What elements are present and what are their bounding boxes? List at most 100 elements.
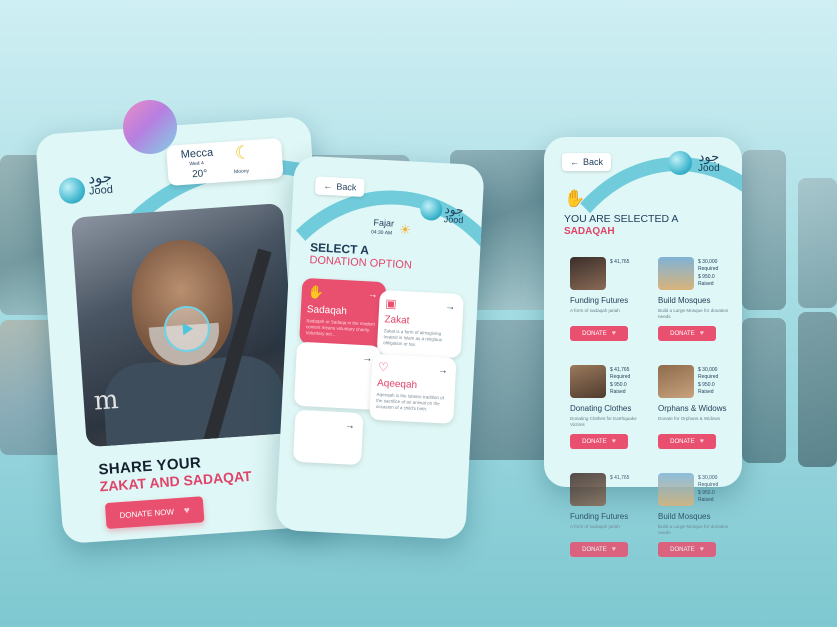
logo-name: Jood	[698, 163, 720, 174]
option-title: Sadaqah	[306, 304, 348, 318]
heart-icon: ♥	[611, 438, 616, 445]
heart-icon: ♥	[699, 546, 704, 553]
cause-name: Donating Clothes	[570, 404, 632, 413]
donate-label: DONATE	[582, 330, 607, 337]
amount-line: $ 41,765	[610, 475, 630, 481]
logo-circle	[668, 151, 692, 175]
back-button[interactable]: ← Back	[562, 153, 612, 171]
sunrise-icon: ☀	[398, 221, 412, 238]
donate-button[interactable]: DONATE ♥	[658, 542, 716, 557]
background-photo	[742, 150, 786, 310]
cause-amounts: $ 41,765	[610, 475, 629, 482]
donate-button[interactable]: DONATE ♥	[658, 434, 716, 449]
heart-icon: ♥	[699, 438, 704, 445]
arrow-right-icon: →	[437, 365, 449, 377]
cause-description: A form of sadaqah jariah	[570, 308, 620, 313]
option-card[interactable]: →	[292, 409, 364, 466]
amount-line: $ 41,765	[610, 367, 630, 373]
app-logo: جود Jood	[698, 151, 720, 174]
cause-amounts: $ 30,000 Required $ 950.0 Raised	[698, 475, 718, 504]
cause-image	[658, 365, 694, 398]
amount-line: Required	[698, 374, 719, 381]
city-name: Mecca	[180, 146, 214, 161]
cause-description: Build a Large Mosque for donation needs	[658, 524, 729, 535]
cause-image	[570, 365, 606, 398]
weather-label: Moony	[233, 168, 250, 176]
back-button[interactable]: ← Back	[314, 176, 365, 197]
prayer-name: Fajar	[373, 217, 395, 229]
amount-line: $ 950.0	[698, 489, 715, 496]
option-title: Zakat	[384, 314, 410, 327]
option-title: Aqeeqah	[376, 377, 418, 391]
cause-card: $ 30,000 Required $ 950.0 Raised Build Mosqu…	[658, 473, 738, 557]
cause-name: Build Mosques	[658, 512, 711, 521]
title-line-1: YOU ARE SELECTED A	[564, 213, 679, 225]
cause-image	[570, 257, 606, 290]
option-zakat[interactable]: ▣ → Zakat Zakat is a form of almsgiving …	[376, 289, 464, 359]
amount-line: Raised	[698, 280, 714, 287]
weather-widget: Mecca Wed 4 20° ☾ Moony	[166, 137, 284, 186]
donate-label: DONATE	[582, 546, 607, 553]
cause-card: $ 41,765 Required $ 950.0 Raised Donating Cl…	[570, 365, 650, 449]
background-photo	[742, 318, 786, 463]
back-label: Back	[336, 181, 357, 193]
logo-name: Jood	[443, 214, 464, 226]
donate-button[interactable]: DONATE ♥	[570, 542, 628, 557]
cause-amounts: $ 41,765 Required $ 950.0 Raised	[610, 367, 630, 396]
amount-line: Raised	[698, 496, 714, 503]
cause-description: Donate for Orphans & Widows	[658, 416, 721, 421]
app-logo: جود Jood	[88, 168, 114, 198]
donate-label: DONATE	[670, 330, 695, 337]
cause-image	[658, 473, 694, 506]
title-line-2: SADAQAH	[564, 226, 615, 237]
prayer-time: 04:30 AM	[370, 229, 393, 237]
heart-icon: ♥	[611, 330, 616, 337]
cause-card: $ 30,000 Required $ 950.0 Raised Build Mosqu…	[658, 257, 738, 341]
arrow-right-icon: →	[444, 301, 456, 313]
cause-card: $ 41,765 Funding Futures A form of sadaqah…	[570, 257, 650, 341]
cause-description: Build a Large Mosque for donation needs	[658, 308, 729, 319]
hands-heart-icon: ✋	[564, 189, 586, 208]
amount-line: Raised	[610, 388, 626, 395]
amount-line: $ 41,765	[610, 259, 630, 265]
video-watermark: m	[92, 384, 120, 417]
logo-name: Jood	[88, 183, 114, 198]
donate-button[interactable]: DONATE ♥	[570, 434, 628, 449]
temperature: 20°	[191, 168, 208, 181]
option-desc: Sadaqah or Sadaqa in the modern context …	[305, 318, 376, 337]
background-photo	[798, 178, 837, 308]
amount-line: Required	[610, 374, 631, 381]
logo-circle	[58, 176, 86, 205]
amount-line: $ 30,000	[698, 259, 718, 265]
arrow-left-icon: ←	[570, 157, 579, 167]
cause-image	[658, 257, 694, 290]
decorative-gradient-ball	[123, 100, 177, 154]
option-aqeeqah[interactable]: ♡ → Aqeeqah Aqeeqah is the Islamic tradi…	[369, 353, 457, 424]
background-photo	[798, 312, 837, 467]
donate-label: DONATE	[670, 546, 695, 553]
cause-name: Build Mosques	[658, 296, 711, 305]
video-thumbnail[interactable]: m	[70, 203, 299, 448]
amount-line: $ 950.0	[698, 273, 715, 280]
donation-options-phone: ← Back جود Jood Fajar 04:30 AM ☀ SELECT …	[275, 155, 485, 540]
amount-line: Required	[698, 482, 719, 489]
cause-description: A form of sadaqah jariah	[570, 524, 620, 529]
cause-name: Orphans & Widows	[658, 404, 727, 413]
amount-line: $ 30,000	[698, 475, 718, 481]
heart-icon: ♥	[611, 546, 616, 553]
amount-line: $ 950.0	[698, 381, 715, 388]
donate-label: DONATE	[670, 438, 695, 445]
moon-icon: ☾	[234, 142, 252, 164]
option-sadaqah[interactable]: ✋ → Sadaqah Sadaqah or Sadaqa in the mod…	[299, 277, 387, 349]
arrow-right-icon: →	[344, 420, 356, 432]
arrow-right-icon: →	[367, 289, 379, 301]
heart-icon: ♥	[183, 504, 191, 517]
amount-line: $ 30,000	[698, 367, 718, 373]
cause-name: Funding Futures	[570, 512, 629, 521]
date-label: Wed 4	[189, 160, 205, 168]
donate-button[interactable]: DONATE ♥	[570, 326, 628, 341]
app-logo: جود Jood	[443, 202, 465, 226]
donate-button[interactable]: DONATE ♥	[658, 326, 716, 341]
cause-image	[570, 473, 606, 506]
option-card[interactable]: →	[293, 341, 382, 410]
